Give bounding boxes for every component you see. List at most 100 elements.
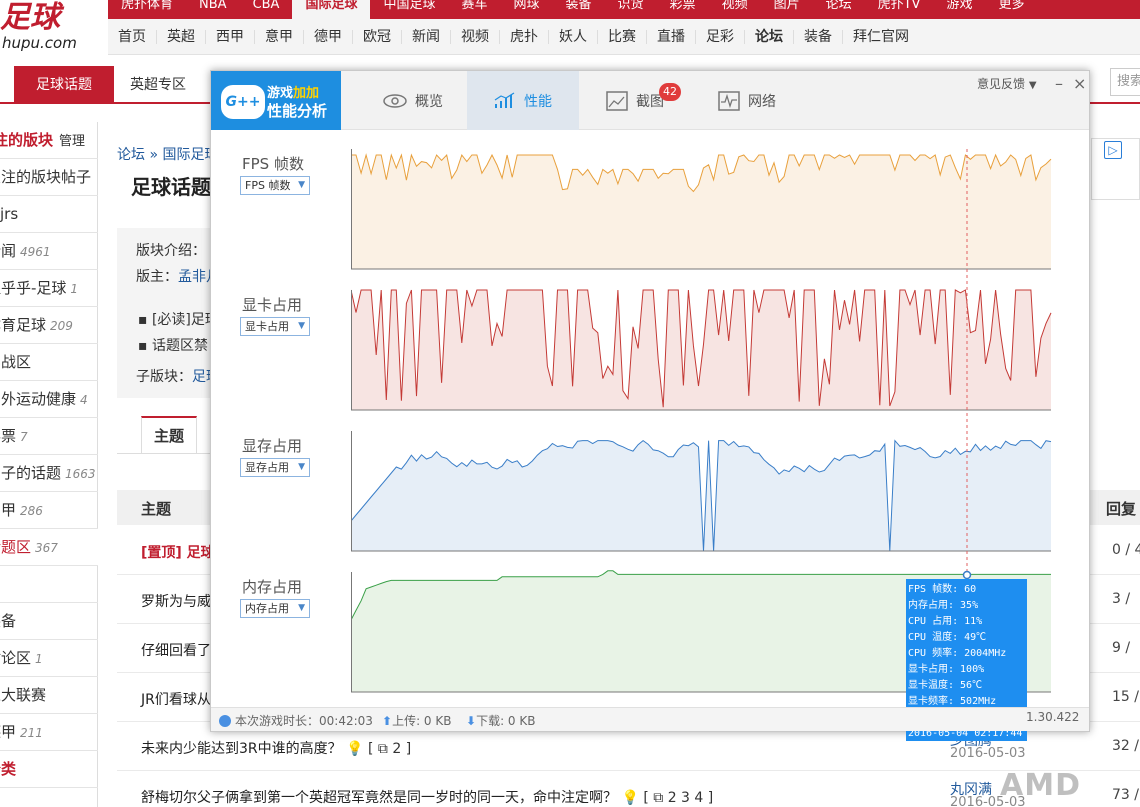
topic-title[interactable]: 未来内少能达到3R中谁的高度？ 💡 [ ⧉ 2 ] — [141, 738, 411, 758]
sidebar-item[interactable]: 男子的话题1663 — [0, 455, 98, 492]
topic-title-text[interactable]: 舒梅切尔父子俩拿到第一个英超冠军竟然是同一岁时的同一天，命中注定啊？ — [141, 790, 617, 806]
nav-item[interactable]: 图片 — [761, 0, 813, 19]
ad-choices-icon[interactable]: ▷ — [1104, 141, 1122, 159]
sidebar-item[interactable]: 户外运动健康4 — [0, 381, 98, 418]
app-name-part1: 游戏 — [267, 86, 294, 101]
subnav-item[interactable]: 西甲 — [206, 29, 255, 44]
sidebar-item[interactable]: 分类 — [0, 751, 98, 788]
tab-premier-league[interactable]: 英超专区 — [114, 66, 202, 104]
sidebar-item[interactable]: 装备 — [0, 603, 98, 640]
logo-domain: hupu.com — [2, 34, 77, 52]
subnav-item[interactable]: 德甲 — [304, 29, 353, 44]
breadcrumb[interactable]: 论坛 » 国际足球 — [117, 144, 218, 164]
topic-title[interactable]: 舒梅切尔父子俩拿到第一个英超冠军竟然是同一岁时的同一天，命中注定啊？ 💡 [ ⧉… — [141, 787, 713, 807]
rule-item-2[interactable]: ▪ 话题区禁 — [138, 335, 208, 355]
subnav-item[interactable]: 直播 — [647, 29, 696, 44]
sidebar-item[interactable]: 实战区 — [0, 344, 98, 381]
tab-topics[interactable]: 主题 — [141, 416, 197, 454]
rule-item-1[interactable]: ▪ [必读]足球 — [138, 309, 219, 329]
tab-football-topics[interactable]: 足球话题 — [14, 66, 114, 104]
nav-item[interactable]: 视频 — [709, 0, 761, 19]
subnav-item[interactable]: 妖人 — [549, 29, 598, 44]
sidebar-item[interactable]: 五大联赛 — [0, 677, 98, 714]
topic-title[interactable]: JR们看球从 — [141, 689, 211, 709]
sidebar-item-count: 4961 — [20, 245, 51, 259]
nav-item[interactable]: 国际足球 — [292, 0, 371, 19]
sidebar-item[interactable]: 体育足球209 — [0, 307, 98, 344]
sidebar-item[interactable]: 、 — [0, 566, 98, 603]
subnav-item[interactable]: 比赛 — [598, 29, 647, 44]
nav-item[interactable]: NBA — [186, 0, 240, 19]
sidebar-item-label: 讨论区 — [0, 649, 32, 667]
nav-item[interactable]: CBA — [240, 0, 293, 19]
nav-item[interactable]: 彩票 — [657, 0, 709, 19]
tab-performance[interactable]: 性能 — [467, 71, 579, 130]
nav-item[interactable]: 网球 — [501, 0, 553, 19]
subnav-item[interactable]: 欧冠 — [353, 29, 402, 44]
sidebar-manage-link[interactable]: 管理 — [59, 134, 85, 149]
nav-item[interactable]: 赛车 — [448, 0, 500, 19]
subnav-item[interactable]: 视频 — [451, 29, 500, 44]
topic-title-text[interactable]: 仔细回看了 — [141, 643, 211, 659]
metric-select-value: 显卡占用 — [245, 320, 289, 333]
subnav-item[interactable]: 论坛 — [745, 29, 794, 44]
nav-item[interactable]: 虎扑TV — [865, 0, 934, 19]
nav-item[interactable]: 中国足球 — [370, 0, 448, 19]
tab-overview[interactable]: 概览 — [357, 71, 469, 130]
sidebar-item[interactable]: 意甲286 — [0, 492, 98, 529]
col-topic-header[interactable]: 主题 — [141, 498, 171, 519]
nav-item[interactable]: 更多 — [985, 0, 1037, 19]
metric-select[interactable]: 显存占用 ▼ — [240, 458, 310, 477]
sidebar: 关注的版块管理关注的版块帖子jrs新闻4961湿乎乎-足球1体育足球209实战区… — [0, 122, 98, 807]
sidebar-item[interactable]: 德甲211 — [0, 714, 98, 751]
nav-item[interactable]: 识货 — [605, 0, 657, 19]
topic-pages[interactable]: [ ⧉ 2 3 4 ] — [643, 790, 713, 806]
download-text: 下载: 0 KB — [476, 714, 536, 728]
sidebar-item[interactable]: 关注的版块管理 — [0, 122, 98, 159]
minimize-icon[interactable]: – — [1055, 74, 1063, 93]
search-input[interactable]: 搜索 — [1110, 68, 1140, 96]
subnav-item[interactable]: 拜仁官网 — [843, 30, 919, 44]
sidebar-item[interactable]: 彩票7 — [0, 418, 98, 455]
topic-title-text[interactable]: [置顶] 足球 — [141, 545, 215, 561]
topic-title[interactable]: 仔细回看了 — [141, 640, 211, 660]
subnav-item[interactable]: 足彩 — [696, 29, 745, 44]
metric-select[interactable]: 显卡占用 ▼ — [240, 317, 310, 336]
sidebar-item[interactable]: 湿乎乎-足球1 — [0, 270, 98, 307]
sidebar-item-count: 286 — [20, 504, 43, 518]
nav-item[interactable]: 装备 — [553, 0, 605, 19]
sidebar-item[interactable]: 新闻4961 — [0, 233, 98, 270]
topic-title-text[interactable]: JR们看球从 — [141, 692, 211, 708]
subnav-item[interactable]: 英超 — [157, 29, 206, 44]
topic-title-text[interactable]: 未来内少能达到3R中谁的高度？ — [141, 741, 342, 757]
board-intro-label: 版块介绍： — [136, 243, 206, 259]
screenshot-count-badge: 42 — [659, 83, 681, 101]
nav-item[interactable]: 论坛 — [813, 0, 865, 19]
topic-pages[interactable]: [ ⧉ 2 ] — [368, 741, 411, 757]
topic-title[interactable]: [置顶] 足球 — [141, 542, 215, 562]
dropdown-caret-icon[interactable]: ▼ — [1029, 80, 1037, 91]
metric-select[interactable]: 内存占用 ▼ — [240, 599, 310, 618]
close-icon[interactable]: × — [1073, 74, 1086, 93]
sidebar-item-count: 1663 — [65, 467, 96, 481]
sidebar-item[interactable]: 话题区367 — [0, 529, 98, 566]
sidebar-item[interactable]: jrs — [0, 196, 98, 233]
subnav-item[interactable]: 意甲 — [255, 29, 304, 44]
subnav-item[interactable]: 新闻 — [402, 29, 451, 44]
tab-network[interactable]: 网络 — [691, 71, 803, 130]
metric-select[interactable]: FPS 帧数 ▼ — [240, 176, 310, 195]
subnav-item[interactable]: 首页 — [108, 29, 157, 44]
nav-item[interactable]: 游戏 — [933, 0, 985, 19]
bulb-icon: 💡 — [617, 790, 644, 806]
sidebar-item[interactable]: 讨论区1 — [0, 640, 98, 677]
sidebar-item[interactable]: 关注的版块帖子 — [0, 159, 98, 196]
subnav-item[interactable]: 装备 — [794, 29, 843, 44]
nav-item[interactable]: 虎扑体育 — [108, 0, 186, 19]
col-reply-header[interactable]: 回复 — [1106, 498, 1136, 519]
topic-title[interactable]: 罗斯为与威 — [141, 591, 211, 611]
site-logo[interactable]: 足球 hupu.com — [0, 0, 108, 58]
subnav-item[interactable]: 虎扑 — [500, 29, 549, 44]
feedback-link[interactable]: 意见反馈 ▼ — [977, 75, 1037, 92]
topic-title-text[interactable]: 罗斯为与威 — [141, 594, 211, 610]
upload-stat: ⬆上传: 0 KB — [382, 712, 451, 729]
